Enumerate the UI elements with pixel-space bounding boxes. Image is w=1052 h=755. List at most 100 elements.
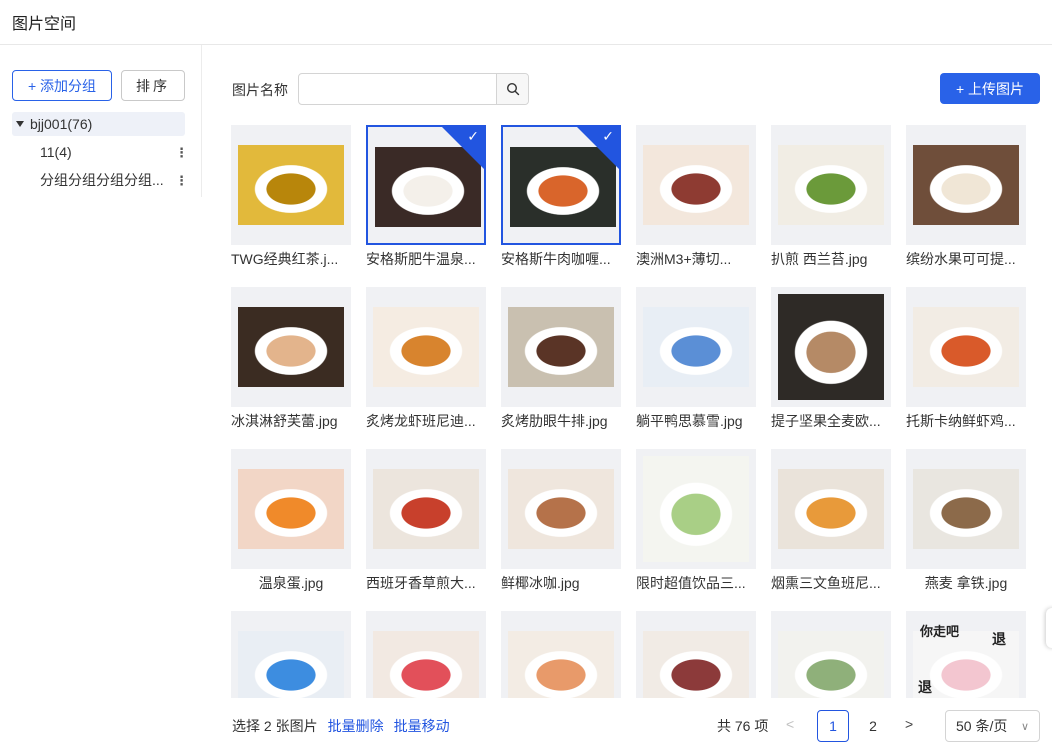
batch-actions: 选择 2 张图片 批量删除 批量移动 <box>232 716 450 736</box>
image-card[interactable] <box>771 611 891 698</box>
image-thumbnail[interactable] <box>906 125 1026 245</box>
image-card[interactable]: 西班牙香草煎大... <box>366 449 486 593</box>
image-preview <box>778 145 884 225</box>
image-thumbnail[interactable]: ✓ <box>501 125 621 245</box>
image-card[interactable]: 缤纷水果可可提... <box>906 125 1026 269</box>
search-label: 图片名称 <box>232 82 288 98</box>
upload-image-button[interactable]: + 上传图片 <box>940 73 1040 104</box>
image-card[interactable]: 你走吧退退 <box>906 611 1026 698</box>
image-card[interactable]: 扒煎 西兰苔.jpg <box>771 125 891 269</box>
page-size-value: 50 条/页 <box>956 718 1008 734</box>
image-thumbnail[interactable] <box>906 287 1026 407</box>
tree-child-group[interactable]: 11(4) ⋮ <box>40 140 188 164</box>
image-thumbnail[interactable] <box>501 611 621 698</box>
caret-down-icon[interactable] <box>16 121 24 127</box>
image-preview <box>778 469 884 549</box>
image-thumbnail[interactable]: 你走吧退退 <box>906 611 1026 698</box>
page-size-select[interactable]: 50 条/页 ∨ <box>945 710 1040 742</box>
image-name: 躺平鸭思慕雪.jpg <box>636 413 743 429</box>
add-group-button[interactable]: + 添加分组 <box>12 70 112 101</box>
image-thumbnail[interactable] <box>636 449 756 569</box>
image-preview <box>643 145 749 225</box>
image-thumbnail[interactable] <box>771 449 891 569</box>
image-card[interactable] <box>231 611 351 698</box>
page-button-current[interactable]: 1 <box>817 710 849 742</box>
prev-page-icon[interactable]: < <box>786 716 794 732</box>
image-preview <box>778 631 884 698</box>
image-name: 西班牙香草煎大... <box>366 575 476 591</box>
group-sidebar: + 添加分组 排序 bjj001(76) 11(4) ⋮ 分组分组分组分组...… <box>0 45 202 197</box>
image-preview <box>643 307 749 387</box>
image-card[interactable]: 澳洲M3+薄切... <box>636 125 756 269</box>
image-preview <box>913 145 1019 225</box>
image-thumbnail[interactable] <box>231 611 351 698</box>
image-name: 缤纷水果可可提... <box>906 251 1016 267</box>
image-thumbnail[interactable] <box>366 611 486 698</box>
image-card[interactable]: 托斯卡纳鲜虾鸡... <box>906 287 1026 431</box>
image-preview <box>238 631 344 698</box>
image-thumbnail[interactable] <box>231 125 351 245</box>
image-card[interactable]: 限时超值饮品三... <box>636 449 756 593</box>
image-thumbnail[interactable] <box>771 125 891 245</box>
tree-root-group[interactable]: bjj001(76) <box>12 112 185 136</box>
image-preview <box>373 469 479 549</box>
image-thumbnail[interactable] <box>366 287 486 407</box>
image-name: 温泉蛋.jpg <box>258 575 324 591</box>
image-name: 安格斯肥牛温泉... <box>366 251 476 267</box>
image-thumbnail[interactable] <box>366 449 486 569</box>
image-card[interactable]: 炙烤肋眼牛排.jpg <box>501 287 621 431</box>
image-thumbnail[interactable] <box>231 449 351 569</box>
top-bar: 图片空间 <box>0 0 1052 45</box>
tree-child-label: 分组分组分组分组... <box>40 172 164 188</box>
image-thumbnail[interactable] <box>636 611 756 698</box>
checkmark-icon: ✓ <box>602 128 614 144</box>
side-drawer-handle[interactable] <box>1046 608 1052 648</box>
image-card[interactable]: 冰淇淋舒芙蕾.jpg <box>231 287 351 431</box>
image-thumbnail[interactable] <box>771 287 891 407</box>
image-name: 提子坚果全麦欧... <box>771 413 881 429</box>
next-page-icon[interactable]: > <box>905 716 913 732</box>
checkmark-icon: ✓ <box>467 128 479 144</box>
image-card[interactable]: 提子坚果全麦欧... <box>771 287 891 431</box>
image-card[interactable]: 燕麦 拿铁.jpg <box>906 449 1026 593</box>
image-name: TWG经典红茶.j... <box>231 251 339 267</box>
image-preview <box>508 469 614 549</box>
page-button[interactable]: 2 <box>857 710 889 742</box>
image-thumbnail[interactable] <box>636 287 756 407</box>
search-icon <box>506 82 519 96</box>
search-input[interactable] <box>299 74 496 104</box>
image-card[interactable] <box>636 611 756 698</box>
total-count: 共 76 项 <box>717 718 769 734</box>
search-box <box>298 73 529 105</box>
image-card[interactable] <box>501 611 621 698</box>
image-card[interactable] <box>366 611 486 698</box>
image-thumbnail[interactable] <box>636 125 756 245</box>
image-preview <box>238 145 344 225</box>
tree-child-group[interactable]: 分组分组分组分组... ⋮ <box>40 168 188 192</box>
image-name: 安格斯牛肉咖喱... <box>501 251 611 267</box>
chevron-down-icon: ∨ <box>1020 720 1029 733</box>
image-thumbnail[interactable] <box>501 449 621 569</box>
sort-button[interactable]: 排序 <box>121 70 185 101</box>
image-card[interactable]: 躺平鸭思慕雪.jpg <box>636 287 756 431</box>
image-card[interactable]: TWG经典红茶.j... <box>231 125 351 269</box>
image-card[interactable]: 炙烤龙虾班尼迪... <box>366 287 486 431</box>
more-vertical-icon[interactable]: ⋮ <box>175 174 188 187</box>
image-name: 烟熏三文鱼班尼... <box>771 575 881 591</box>
image-card[interactable]: ✓ 安格斯牛肉咖喱... <box>501 125 621 269</box>
tree-child-label: 11(4) <box>40 144 72 160</box>
image-card[interactable]: 鲜椰冰咖.jpg <box>501 449 621 593</box>
image-thumbnail[interactable]: ✓ <box>366 125 486 245</box>
image-preview <box>508 631 614 698</box>
batch-delete-link[interactable]: 批量删除 <box>328 716 384 736</box>
batch-move-link[interactable]: 批量移动 <box>394 716 450 736</box>
search-button[interactable] <box>496 74 528 104</box>
image-card[interactable]: 烟熏三文鱼班尼... <box>771 449 891 593</box>
image-thumbnail[interactable] <box>906 449 1026 569</box>
image-thumbnail[interactable] <box>771 611 891 698</box>
image-card[interactable]: 温泉蛋.jpg <box>231 449 351 593</box>
more-vertical-icon[interactable]: ⋮ <box>175 146 188 159</box>
image-card[interactable]: ✓ 安格斯肥牛温泉... <box>366 125 486 269</box>
image-thumbnail[interactable] <box>231 287 351 407</box>
image-thumbnail[interactable] <box>501 287 621 407</box>
